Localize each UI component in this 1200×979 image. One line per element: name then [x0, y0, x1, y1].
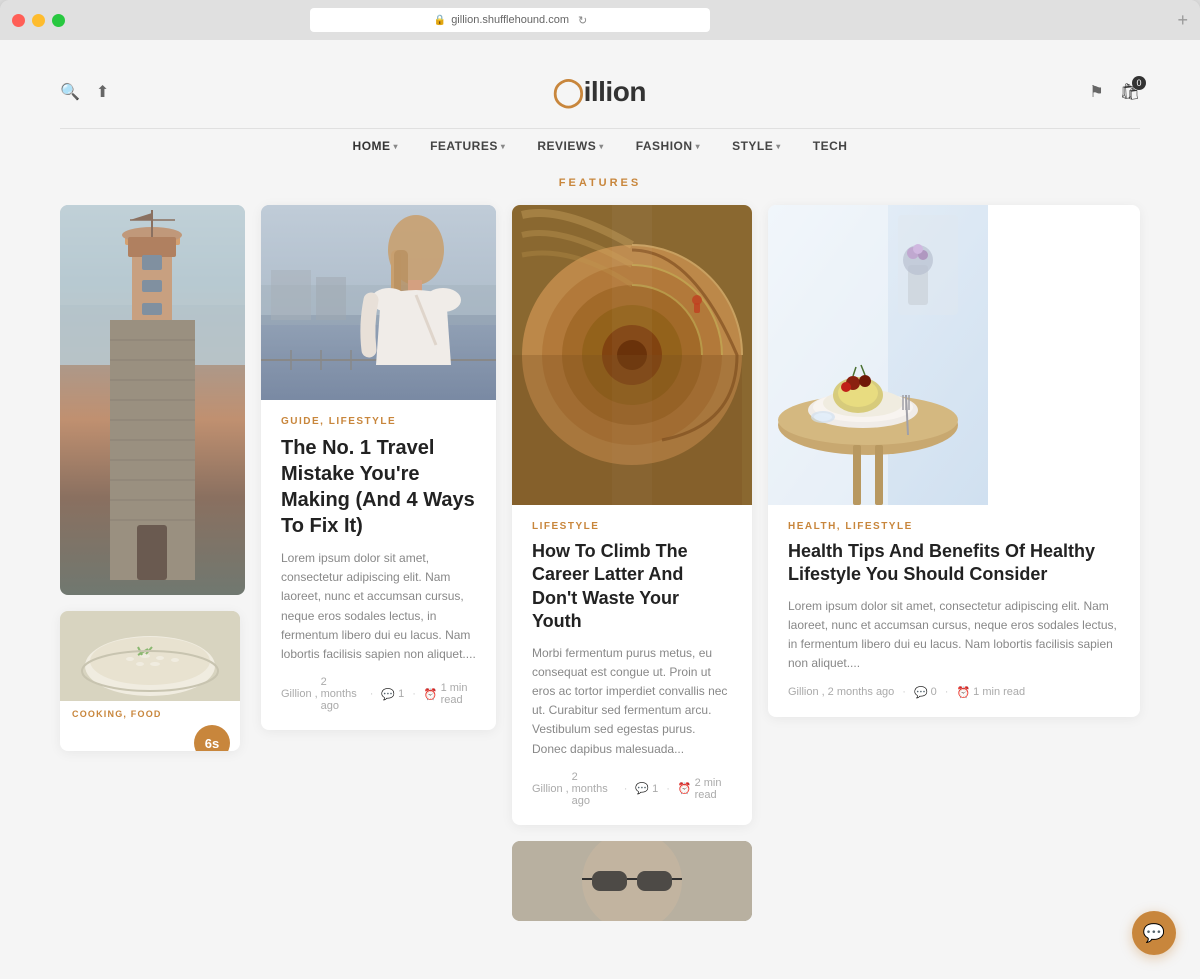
- logo-g: ◯: [553, 76, 584, 107]
- header-right-icons: ⚑ 🛍 0: [1089, 82, 1140, 102]
- site-header: 🔍 ⬆ ◯illion ⚑ 🛍 0 HOME ▾: [0, 40, 1200, 169]
- chat-button[interactable]: 💬: [1132, 911, 1176, 955]
- notification-icon[interactable]: ⚑: [1089, 82, 1103, 102]
- climb-card-category: LIFESTYLE: [532, 521, 732, 532]
- woman-photo-svg: [261, 205, 496, 400]
- travel-card-meta: Gillion, 2 months ago · 💬 1 · ⏰ 1 min re…: [281, 676, 476, 712]
- share-icon[interactable]: ⬆: [96, 82, 109, 102]
- nav-style[interactable]: STYLE ▾: [732, 139, 781, 153]
- climb-read-time: ⏰ 2 min read: [678, 777, 732, 801]
- nav-tech-label: TECH: [813, 139, 848, 153]
- nav-tech[interactable]: TECH: [813, 139, 848, 153]
- climb-card-excerpt: Morbi fermentum purus metus, eu consequa…: [532, 644, 732, 759]
- sunglasses-card-image: [512, 841, 752, 921]
- nav-features-arrow: ▾: [501, 142, 506, 151]
- travel-card-category: GUIDE, LIFESTYLE: [281, 416, 476, 427]
- health-comments: 💬 0: [914, 686, 937, 699]
- carousel-badge: 6s: [194, 725, 230, 751]
- nav-fashion[interactable]: FASHION ▾: [636, 139, 700, 153]
- nav-features[interactable]: FEATURES ▾: [430, 139, 505, 153]
- minimize-button[interactable]: [32, 14, 45, 27]
- article-card-health: HEALTH, LIFESTYLE Health Tips And Benefi…: [768, 205, 1140, 717]
- nav-reviews[interactable]: REVIEWS ▾: [537, 139, 603, 153]
- travel-author: Gillion, 2 months ago: [281, 676, 362, 712]
- health-author: Gillion, 2 months ago: [788, 686, 894, 698]
- travel-card-title: The No. 1 Travel Mistake You're Making (…: [281, 435, 476, 539]
- cart-badge: 0: [1132, 76, 1146, 90]
- lock-icon: 🔒: [434, 15, 446, 26]
- climb-author: Gillion, 2 months ago: [532, 771, 616, 807]
- nav-reviews-arrow: ▾: [599, 142, 604, 151]
- health-read-time: ⏰ 1 min read: [956, 686, 1025, 699]
- main-content-area: COOKING, FOOD 6s: [0, 205, 1200, 921]
- stairs-svg: [512, 205, 752, 505]
- website-content: 🔍 ⬆ ◯illion ⚑ 🛍 0 HOME ▾: [0, 40, 1200, 979]
- nav-reviews-label: REVIEWS: [537, 139, 596, 153]
- site-nav: HOME ▾ FEATURES ▾ REVIEWS ▾ FASHION ▾ ST…: [60, 128, 1140, 169]
- health-card-excerpt: Lorem ipsum dolor sit amet, consectetur …: [788, 597, 1120, 674]
- browser-titlebar: 🔒 gillion.shufflehound.com ↻ +: [0, 0, 1200, 40]
- food-card-bottom: COOKING, FOOD 6s: [60, 611, 240, 751]
- cart-wrapper[interactable]: 🛍 0: [1120, 82, 1140, 102]
- header-top: 🔍 ⬆ ◯illion ⚑ 🛍 0: [60, 60, 1140, 123]
- lighthouse-image: [60, 205, 245, 595]
- header-left-icons: 🔍 ⬆: [60, 82, 109, 102]
- sunglasses-svg: [512, 841, 752, 921]
- new-tab-button[interactable]: +: [1177, 10, 1188, 31]
- nav-style-arrow: ▾: [776, 142, 781, 151]
- food-svg: [60, 611, 240, 701]
- article-card-climb: LIFESTYLE How To Climb The Career Latter…: [512, 205, 752, 825]
- section-label: FeaTuRES: [0, 169, 1200, 205]
- nav-fashion-label: FASHION: [636, 139, 693, 153]
- travel-card-body: GUIDE, LIFESTYLE The No. 1 Travel Mistak…: [261, 400, 496, 730]
- travel-read-time: ⏰ 1 min read: [424, 682, 476, 706]
- center-column: GUIDE, LIFESTYLE The No. 1 Travel Mistak…: [261, 205, 496, 921]
- food-image: [60, 611, 240, 701]
- site-logo[interactable]: ◯illion: [553, 75, 646, 108]
- middle-column: LIFESTYLE How To Climb The Career Latter…: [512, 205, 752, 921]
- url-text: gillion.shufflehound.com: [451, 14, 569, 26]
- climb-card-meta: Gillion, 2 months ago · 💬 1 · ⏰ 2 min re…: [532, 771, 732, 807]
- article-card-travel: GUIDE, LIFESTYLE The No. 1 Travel Mistak…: [261, 205, 496, 730]
- nav-home-arrow: ▾: [394, 142, 399, 151]
- travel-card-image: [261, 205, 496, 400]
- nav-features-label: FEATURES: [430, 139, 498, 153]
- travel-card-excerpt: Lorem ipsum dolor sit amet, consectetur …: [281, 549, 476, 664]
- health-card-body: HEALTH, LIFESTYLE Health Tips And Benefi…: [768, 505, 1140, 717]
- maximize-button[interactable]: [52, 14, 65, 27]
- nav-style-label: STYLE: [732, 139, 773, 153]
- meta-dot-2: ·: [412, 688, 416, 700]
- meta-dot-1: ·: [370, 688, 374, 700]
- health-food-svg: [768, 205, 988, 505]
- health-card-category: HEALTH, LIFESTYLE: [788, 521, 1120, 532]
- reload-icon[interactable]: ↻: [578, 14, 587, 27]
- chat-icon: 💬: [1143, 923, 1165, 944]
- nav-home-label: HOME: [353, 139, 391, 153]
- climb-card-body: LIFESTYLE How To Climb The Career Latter…: [512, 505, 752, 825]
- search-icon[interactable]: 🔍: [60, 82, 80, 102]
- traffic-lights: [12, 14, 65, 27]
- health-card-image: [768, 205, 1140, 505]
- left-column: COOKING, FOOD 6s: [60, 205, 245, 921]
- health-card-meta: Gillion, 2 months ago · 💬 0 · ⏰ 1 min re…: [788, 686, 1120, 699]
- logo-text: illion: [584, 76, 646, 107]
- health-card-title: Health Tips And Benefits Of Healthy Life…: [788, 540, 1120, 587]
- food-card-category: COOKING, FOOD: [60, 701, 240, 723]
- lighthouse-svg: [60, 205, 245, 595]
- travel-comments: 💬 1: [381, 688, 404, 701]
- close-button[interactable]: [12, 14, 25, 27]
- address-bar[interactable]: 🔒 gillion.shufflehound.com ↻: [310, 8, 710, 32]
- climb-card-title: How To Climb The Career Latter And Don't…: [532, 540, 732, 634]
- climb-comments: 💬 1: [635, 782, 658, 795]
- browser-window: 🔒 gillion.shufflehound.com ↻ + 🔍 ⬆ ◯illi…: [0, 0, 1200, 979]
- nav-home[interactable]: HOME ▾: [353, 139, 399, 153]
- nav-fashion-arrow: ▾: [696, 142, 701, 151]
- climb-card-image: [512, 205, 752, 505]
- right-column: HEALTH, LIFESTYLE Health Tips And Benefi…: [768, 205, 1140, 921]
